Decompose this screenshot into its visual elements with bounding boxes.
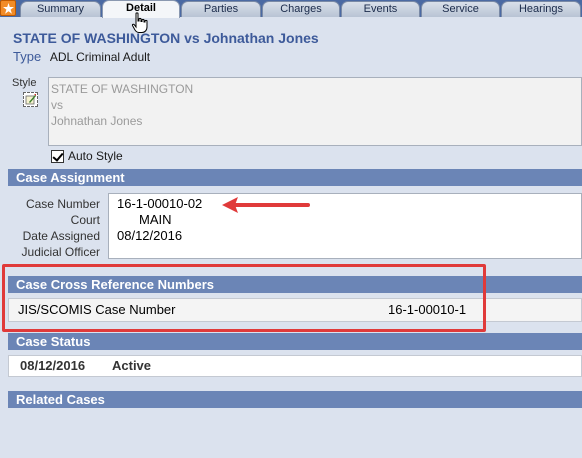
date-assigned-value: 08/12/2016 [117, 228, 183, 243]
tab-events[interactable]: Events [341, 1, 420, 17]
case-title: STATE OF WASHINGTON vs Johnathan Jones [13, 30, 319, 46]
tab-charges[interactable]: Charges [262, 1, 340, 17]
tab-service[interactable]: Service [421, 1, 500, 17]
menu-star-icon[interactable] [0, 0, 16, 16]
judicial-officer-label: Judicial Officer [21, 245, 100, 259]
style-label: Style [12, 77, 37, 89]
style-textarea[interactable]: STATE OF WASHINGTON vs Johnathan Jones [48, 77, 582, 146]
case-assignment-header: Case Assignment [8, 169, 582, 186]
auto-style-option[interactable]: Auto Style [51, 149, 123, 163]
style-line: STATE OF WASHINGTON [51, 82, 194, 96]
court-value: MAIN [139, 212, 172, 227]
style-line: Johnathan Jones [51, 114, 143, 128]
date-assigned-label: Date Assigned [22, 229, 100, 243]
auto-style-checkbox[interactable] [51, 149, 64, 163]
annotation-highlight-box [2, 264, 486, 332]
tab-parties[interactable]: Parties [181, 1, 261, 17]
case-status-date: 08/12/2016 [20, 358, 86, 373]
case-type-label: Type [13, 49, 42, 64]
annotation-arrow-icon [222, 197, 310, 213]
edit-style-icon[interactable] [23, 92, 38, 107]
case-type-value: ADL Criminal Adult [49, 50, 151, 64]
tab-hearings[interactable]: Hearings [501, 1, 581, 17]
case-status-row[interactable]: 08/12/2016 Active [8, 355, 582, 377]
case-number-value[interactable]: 16-1-00010-02 [117, 196, 573, 212]
case-number-label: Case Number [25, 197, 100, 211]
related-cases-header[interactable]: Related Cases [8, 391, 582, 408]
tab-bar: Summary Detail Parties Charges Events Se… [0, 0, 582, 18]
court-label: Court [70, 213, 100, 227]
case-status-header: Case Status [8, 333, 582, 350]
case-assignment-panel: 16-1-00010-02 MAIN 08/12/2016 [108, 193, 582, 259]
case-status-value: Active [112, 358, 152, 373]
auto-style-label: Auto Style [68, 149, 123, 163]
style-line: vs [51, 98, 63, 112]
case-assignment-labels: Case Number Court Date Assigned Judicial… [10, 196, 100, 260]
tab-summary[interactable]: Summary [20, 1, 101, 17]
case-type-row: Type ADL Criminal Adult [13, 49, 150, 64]
